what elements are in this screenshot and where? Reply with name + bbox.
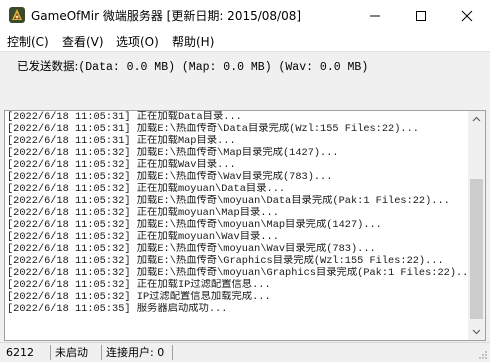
status-separator xyxy=(101,345,102,360)
log-list: [2022/6/18 11:05:31] 正在加载Data目录... [2022/… xyxy=(7,111,467,315)
minimize-button[interactable] xyxy=(352,0,398,31)
log-line: [2022/6/18 11:05:32] 正在加载IP过滤配置信息... xyxy=(7,279,271,291)
chevron-up-icon xyxy=(472,116,481,122)
chevron-down-icon xyxy=(472,329,481,335)
status-state: 未启动 xyxy=(55,346,88,359)
log-scrollbar[interactable] xyxy=(468,111,485,340)
menu-bar: 控制(C) 查看(V) 选项(O) 帮助(H) xyxy=(0,31,490,52)
log-line: [2022/6/18 11:05:32] 加载E:\热血传奇\moyuan\Wa… xyxy=(7,243,376,255)
close-icon xyxy=(461,10,473,22)
window-title: GameOfMir 微端服务器 [更新日期: 2015/08/08] xyxy=(31,9,302,23)
status-bar: 6212 未启动 连接用户: 0 xyxy=(0,342,490,362)
log-line: [2022/6/18 11:05:31] 加载E:\热血传奇\Data目录完成(… xyxy=(7,123,419,135)
status-separator xyxy=(50,345,51,360)
resize-grip-icon[interactable] xyxy=(478,350,488,360)
log-line: [2022/6/18 11:05:32] 加载E:\热血传奇\Map目录完成(1… xyxy=(7,147,339,159)
status-separator xyxy=(172,345,173,360)
scroll-thumb[interactable] xyxy=(470,179,483,319)
game-app-icon xyxy=(9,7,25,23)
log-line: [2022/6/18 11:05:32] 加载E:\热血传奇\Wav目录完成(7… xyxy=(7,171,333,183)
title-bar[interactable]: GameOfMir 微端服务器 [更新日期: 2015/08/08] xyxy=(0,0,490,31)
log-line: [2022/6/18 11:05:32] 正在加载Wav目录... xyxy=(7,159,236,171)
log-line: [2022/6/18 11:05:32] 加载E:\热血传奇\moyuan\Gr… xyxy=(7,267,467,279)
log-line: [2022/6/18 11:05:32] 加载E:\热血传奇\moyuan\Da… xyxy=(7,195,450,207)
log-line: [2022/6/18 11:05:31] 正在加载Map目录... xyxy=(7,135,236,147)
log-line: [2022/6/18 11:05:32] 正在加载moyuan\Data目录..… xyxy=(7,183,286,195)
minimize-icon xyxy=(370,15,380,17)
log-line: [2022/6/18 11:05:32] 正在加载moyuan\Map目录... xyxy=(7,207,279,219)
sent-data-readout: 已发送数据:(Data: 0.0 MB) (Map: 0.0 MB) (Wav:… xyxy=(17,58,368,74)
status-port: 6212 xyxy=(6,346,34,359)
close-button[interactable] xyxy=(444,0,490,31)
log-line: [2022/6/18 11:05:32] IP过滤配置信息加载完成... xyxy=(7,291,271,303)
scroll-down-button[interactable] xyxy=(468,323,485,340)
log-line: [2022/6/18 11:05:32] 正在加载moyuan\Wav目录... xyxy=(7,231,279,243)
menu-control[interactable]: 控制(C) xyxy=(7,33,49,50)
log-line: [2022/6/18 11:05:31] 正在加载Data目录... xyxy=(7,111,242,123)
menu-options[interactable]: 选项(O) xyxy=(116,33,159,50)
status-connections: 连接用户: 0 xyxy=(106,346,165,359)
maximize-icon xyxy=(416,11,426,21)
menu-view[interactable]: 查看(V) xyxy=(62,33,104,50)
maximize-button[interactable] xyxy=(398,0,444,31)
log-panel[interactable]: [2022/6/18 11:05:31] 正在加载Data目录... [2022/… xyxy=(4,110,486,341)
sent-data-label: 已发送数据: xyxy=(17,59,79,73)
log-line: [2022/6/18 11:05:35] 服务器启动成功... xyxy=(7,303,228,315)
scroll-up-button[interactable] xyxy=(468,111,485,128)
menu-help[interactable]: 帮助(H) xyxy=(172,33,214,50)
sent-data-value: (Data: 0.0 MB) (Map: 0.0 MB) (Wav: 0.0 M… xyxy=(78,61,369,74)
log-line: [2022/6/18 11:05:32] 加载E:\热血传奇\Graphics目… xyxy=(7,255,444,267)
stats-panel: 已发送数据:(Data: 0.0 MB) (Map: 0.0 MB) (Wav:… xyxy=(0,52,490,110)
log-line: [2022/6/18 11:05:32] 加载E:\热血传奇\moyuan\Ma… xyxy=(7,219,382,231)
